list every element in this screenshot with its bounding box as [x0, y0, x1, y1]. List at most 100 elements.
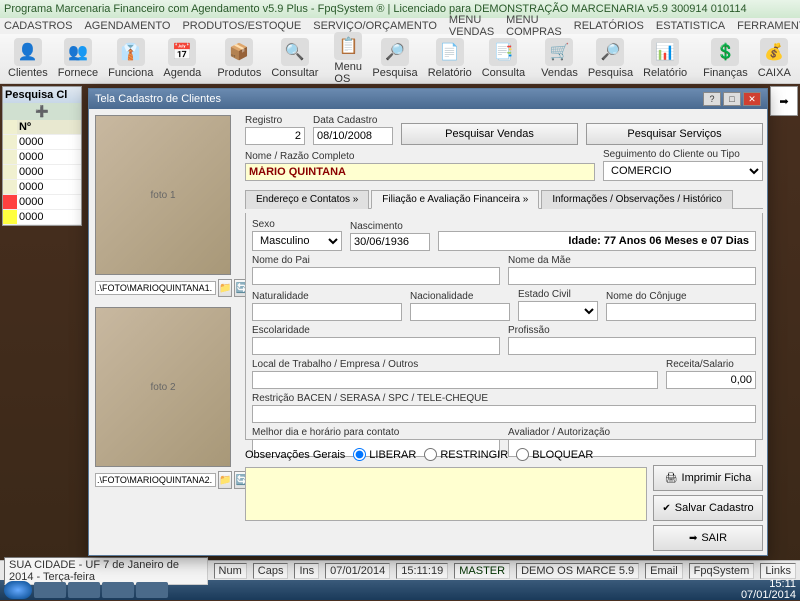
menu-agendamento[interactable]: AGENDAMENTO [84, 20, 170, 32]
toolbar-produtos[interactable]: 📦Produtos [213, 36, 265, 81]
list-row[interactable]: 0000 [3, 135, 81, 150]
nome-mae-field[interactable] [508, 267, 756, 285]
toolbar-caixa[interactable]: 💰CAIXA [754, 36, 795, 81]
right-arrow-button[interactable]: ➡ [770, 86, 798, 116]
nascimento-field[interactable] [350, 233, 430, 251]
toolbar-finanças[interactable]: 💲Finanças [699, 36, 752, 81]
toolbar-relatório[interactable]: 📊Relatório [639, 36, 691, 81]
registro-field[interactable] [245, 127, 305, 145]
relatório-icon: 📄 [436, 38, 464, 66]
menu-vendas[interactable]: MENU VENDAS [449, 14, 494, 38]
photo2-browse-button[interactable]: 📁 [218, 471, 232, 489]
toolbar-vendas[interactable]: 🛒Vendas [537, 36, 582, 81]
status-location: SUA CIDADE - UF 7 de Janeiro de 2014 - T… [4, 557, 208, 585]
task-item[interactable] [68, 582, 100, 598]
tab-strip: Endereço e Contatos » Filiação e Avaliaç… [245, 189, 763, 209]
status-fpq[interactable]: FpqSystem [689, 563, 755, 579]
menu-estatistica[interactable]: ESTATISTICA [656, 20, 725, 32]
nascimento-label: Nascimento [350, 221, 430, 232]
nacionalidade-field[interactable] [410, 303, 510, 321]
obs-textarea[interactable] [245, 467, 647, 521]
datacad-field[interactable] [313, 127, 393, 145]
task-item[interactable] [34, 582, 66, 598]
menu-ferramentas[interactable]: FERRAMENTAS [737, 20, 800, 32]
toolbar-agenda[interactable]: 📅Agenda [159, 36, 205, 81]
search-services-button[interactable]: Pesquisar Serviços [586, 123, 763, 145]
list-row[interactable]: 0000 [3, 210, 81, 225]
naturalidade-field[interactable] [252, 303, 402, 321]
exit-button[interactable]: ➡ SAIR [653, 525, 763, 551]
estadocivil-select[interactable] [518, 301, 598, 321]
save-button[interactable]: ✔ Salvar Cadastro [653, 495, 763, 521]
toolbar-pesquisa[interactable]: 🔎Pesquisa [584, 36, 637, 81]
toolbar-consulta[interactable]: 📑Consulta [478, 36, 529, 81]
app-title: Programa Marcenaria Financeiro com Agend… [4, 3, 747, 15]
close-button[interactable]: ✕ [743, 92, 761, 106]
tab-filiacao[interactable]: Filiação e Avaliação Financeira » [371, 190, 539, 209]
status-email[interactable]: Email [645, 563, 683, 579]
list-row[interactable]: 0000 [3, 180, 81, 195]
sexo-select[interactable]: Masculino [252, 231, 342, 251]
help-button[interactable]: ? [703, 92, 721, 106]
toolbar-pesquisa[interactable]: 🔎Pesquisa [368, 36, 421, 81]
search-sales-button[interactable]: Pesquisar Vendas [401, 123, 578, 145]
tab-endereco[interactable]: Endereço e Contatos » [245, 190, 369, 209]
list-row[interactable]: 0000 [3, 150, 81, 165]
obs-label: Observações Gerais [245, 449, 345, 461]
toolbar-funciona[interactable]: 👔Funciona [104, 36, 157, 81]
nacionalidade-label: Nacionalidade [410, 291, 510, 302]
start-button[interactable] [4, 581, 32, 599]
col-header: Nº [17, 120, 81, 134]
consulta-icon: 📑 [489, 38, 517, 66]
localtrab-field[interactable] [252, 371, 658, 389]
add-icon[interactable]: ➕ [3, 103, 81, 120]
restricao-field[interactable] [252, 405, 756, 423]
photo1-browse-button[interactable]: 📁 [218, 279, 232, 297]
tab-informacoes[interactable]: Informações / Observações / Histórico [541, 190, 733, 209]
radio-restringir[interactable] [424, 448, 437, 461]
localtrab-label: Local de Trabalho / Empresa / Outros [252, 359, 658, 370]
system-clock[interactable]: 15:1107/01/2014 [741, 579, 796, 601]
form-column: Registro Data Cadastro Pesquisar Vendas … [237, 109, 771, 557]
photo2-path[interactable] [95, 473, 216, 487]
toolbar-relatório[interactable]: 📄Relatório [424, 36, 476, 81]
main-toolbar: 👤Clientes👥Fornece👔Funciona📅Agenda📦Produt… [0, 34, 800, 84]
conjuge-field[interactable] [606, 303, 756, 321]
toolbar-fornece[interactable]: 👥Fornece [54, 36, 102, 81]
obs-row: Observações Gerais LIBERAR RESTRINGIR BL… [245, 448, 763, 461]
menu-compras[interactable]: MENU COMPRAS [506, 14, 562, 38]
task-item[interactable] [102, 582, 134, 598]
menu-produtos[interactable]: PRODUTOS/ESTOQUE [182, 20, 301, 32]
client-dialog: Tela Cadastro de Clientes ? □ ✕ foto 1 📁… [88, 88, 768, 556]
nome-label: Nome / Razão Completo [245, 151, 595, 162]
idade-display: Idade: 77 Anos 06 Meses e 07 Dias [438, 231, 756, 251]
naturalidade-label: Naturalidade [252, 291, 402, 302]
photo1-path[interactable] [95, 281, 216, 295]
nome-pai-field[interactable] [252, 267, 500, 285]
radio-liberar[interactable] [353, 448, 366, 461]
seguimento-select[interactable]: COMERCIO [603, 161, 763, 181]
client-photo-2: foto 2 [95, 307, 231, 467]
status-links[interactable]: Links [760, 563, 796, 579]
escolaridade-field[interactable] [252, 337, 500, 355]
maximize-button[interactable]: □ [723, 92, 741, 106]
radio-bloquear[interactable] [516, 448, 529, 461]
toolbar-menu os[interactable]: 📋Menu OS [330, 30, 366, 87]
toolbar-consultar[interactable]: 🔍Consultar [267, 36, 322, 81]
menu-cadastros[interactable]: CADASTROS [4, 20, 72, 32]
profissao-field[interactable] [508, 337, 756, 355]
dialog-titlebar: Tela Cadastro de Clientes ? □ ✕ [89, 89, 767, 109]
tab-content: Sexo Masculino Nascimento Idade: 77 Anos… [245, 213, 763, 440]
nome-field[interactable] [245, 163, 595, 181]
list-row[interactable]: 0000 [3, 195, 81, 210]
list-row[interactable]: 0000 [3, 165, 81, 180]
status-num: Num [214, 563, 247, 579]
receita-field[interactable] [666, 371, 756, 389]
menu-relatorios[interactable]: RELATÓRIOS [574, 20, 644, 32]
task-item[interactable] [136, 582, 168, 598]
funciona-icon: 👔 [117, 38, 145, 66]
toolbar-clientes[interactable]: 👤Clientes [4, 36, 52, 81]
vendas-icon: 🛒 [545, 38, 573, 66]
consultar-icon: 🔍 [281, 38, 309, 66]
print-button[interactable]: 🖨 Imprimir Ficha [653, 465, 763, 491]
